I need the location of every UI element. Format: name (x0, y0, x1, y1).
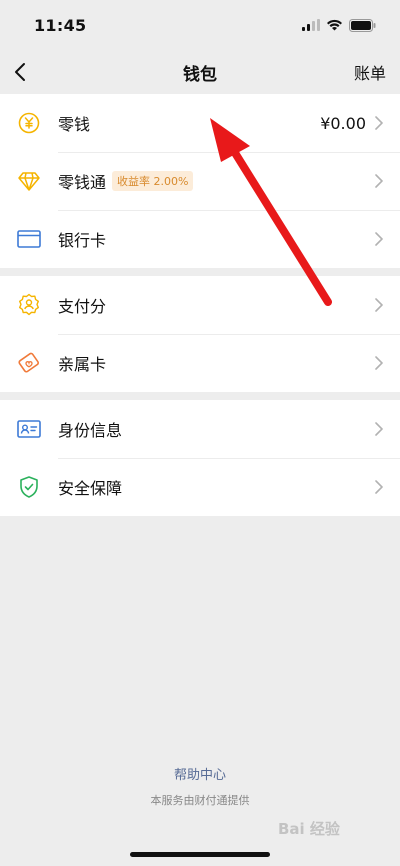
row-label: 零钱通 (58, 173, 107, 192)
family-card-icon (16, 350, 42, 376)
row-label: 亲属卡 (58, 355, 107, 374)
row-lingqiantong[interactable]: 零钱通 收益率 2.00% (0, 152, 400, 210)
chevron-right-icon (375, 298, 383, 312)
status-time: 11:45 (34, 15, 87, 35)
watermark: Bai 经验 (278, 820, 340, 838)
cellular-signal-icon (302, 19, 320, 31)
yield-badge: 收益率 2.00% (112, 171, 194, 191)
row-label: 零钱 (58, 115, 91, 134)
row-label: 银行卡 (58, 231, 107, 250)
row-bank-cards[interactable]: 银行卡 (0, 210, 400, 268)
chevron-right-icon (375, 356, 383, 370)
home-indicator[interactable] (130, 852, 270, 857)
wallet-group-credit: 支付分 亲属卡 (0, 276, 400, 392)
yuan-coin-icon (16, 110, 42, 136)
provider-note: 本服务由财付通提供 (150, 794, 250, 807)
chevron-left-icon (15, 63, 25, 81)
chevron-right-icon (375, 422, 383, 436)
balance-value: ¥0.00 (320, 113, 366, 133)
page-title: 钱包 (183, 64, 217, 85)
row-label: 身份信息 (58, 421, 123, 440)
wallet-group-funds: 零钱 ¥0.00 零钱通 收益率 2.00% 银行卡 (0, 94, 400, 268)
id-card-icon (16, 416, 42, 442)
score-badge-icon (16, 292, 42, 318)
status-icons (302, 18, 376, 32)
nav-bar: 钱包 账单 (0, 50, 400, 94)
battery-icon (349, 18, 376, 32)
chevron-right-icon (375, 232, 383, 246)
row-payment-score[interactable]: 支付分 (0, 276, 400, 334)
footer: 帮助中心 本服务由财付通提供 (0, 764, 400, 808)
chevron-right-icon (375, 480, 383, 494)
row-label: 安全保障 (58, 479, 123, 498)
status-bar: 11:45 (0, 0, 400, 50)
row-identity-info[interactable]: 身份信息 (0, 400, 400, 458)
diamond-icon (16, 168, 42, 194)
wifi-icon (327, 19, 342, 31)
chevron-right-icon (375, 116, 383, 130)
bills-button[interactable]: 账单 (354, 60, 386, 84)
shield-check-icon (16, 474, 42, 500)
row-family-card[interactable]: 亲属卡 (0, 334, 400, 392)
row-label: 支付分 (58, 297, 107, 316)
help-center-link[interactable]: 帮助中心 (0, 764, 400, 783)
row-security[interactable]: 安全保障 (0, 458, 400, 516)
back-button[interactable] (14, 57, 44, 87)
row-change[interactable]: 零钱 ¥0.00 (0, 94, 400, 152)
wallet-group-security: 身份信息 安全保障 (0, 400, 400, 516)
chevron-right-icon (375, 174, 383, 188)
card-icon (16, 226, 42, 252)
